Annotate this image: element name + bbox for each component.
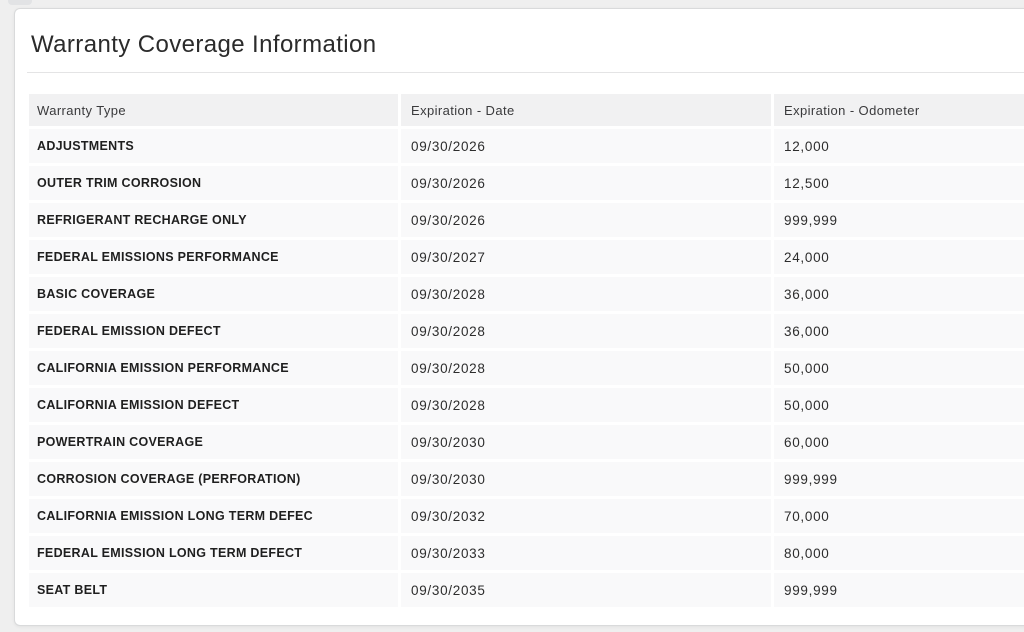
column-header-expiration-date: Expiration - Date: [401, 94, 771, 126]
expiration-date-cell: 09/30/2030: [401, 425, 771, 459]
table-row: OUTER TRIM CORROSION 09/30/2026 12,500: [29, 166, 1024, 200]
warranty-type-cell: CALIFORNIA EMISSION DEFECT: [29, 388, 398, 422]
expiration-odometer-cell: 24,000: [774, 240, 1024, 274]
column-header-expiration-odometer: Expiration - Odometer: [774, 94, 1024, 126]
warranty-table: Warranty Type Expiration - Date Expirati…: [29, 94, 1024, 607]
top-left-partial-element: [8, 0, 32, 5]
table-row: FEDERAL EMISSION DEFECT 09/30/2028 36,000: [29, 314, 1024, 348]
warranty-type-cell: BASIC COVERAGE: [29, 277, 398, 311]
warranty-coverage-card: Warranty Coverage Information Warranty T…: [14, 8, 1024, 626]
expiration-date-cell: 09/30/2030: [401, 462, 771, 496]
expiration-date-cell: 09/30/2026: [401, 166, 771, 200]
table-row: POWERTRAIN COVERAGE 09/30/2030 60,000: [29, 425, 1024, 459]
expiration-date-cell: 09/30/2028: [401, 277, 771, 311]
header-divider: [27, 72, 1024, 73]
expiration-odometer-cell: 80,000: [774, 536, 1024, 570]
expiration-date-cell: 09/30/2028: [401, 314, 771, 348]
table-row: REFRIGERANT RECHARGE ONLY 09/30/2026 999,9…: [29, 203, 1024, 237]
warranty-type-cell: SEAT BELT: [29, 573, 398, 607]
page: Warranty Coverage Information Warranty T…: [0, 0, 1024, 632]
warranty-type-cell: FEDERAL EMISSION LONG TERM DEFECT: [29, 536, 398, 570]
warranty-type-cell: FEDERAL EMISSIONS PERFORMANCE: [29, 240, 398, 274]
expiration-date-cell: 09/30/2026: [401, 203, 771, 237]
warranty-type-cell: OUTER TRIM CORROSION: [29, 166, 398, 200]
warranty-type-cell: POWERTRAIN COVERAGE: [29, 425, 398, 459]
expiration-odometer-cell: 50,000: [774, 351, 1024, 385]
expiration-odometer-cell: 12,000: [774, 129, 1024, 163]
expiration-odometer-cell: 999,999: [774, 573, 1024, 607]
expiration-date-cell: 09/30/2028: [401, 388, 771, 422]
expiration-date-cell: 09/30/2028: [401, 351, 771, 385]
warranty-type-cell: REFRIGERANT RECHARGE ONLY: [29, 203, 398, 237]
expiration-odometer-cell: 36,000: [774, 277, 1024, 311]
column-header-warranty-type: Warranty Type: [29, 94, 398, 126]
warranty-type-cell: FEDERAL EMISSION DEFECT: [29, 314, 398, 348]
expiration-odometer-cell: 50,000: [774, 388, 1024, 422]
expiration-date-cell: 09/30/2033: [401, 536, 771, 570]
expiration-odometer-cell: 999,999: [774, 462, 1024, 496]
expiration-odometer-cell: 60,000: [774, 425, 1024, 459]
expiration-odometer-cell: 12,500: [774, 166, 1024, 200]
expiration-odometer-cell: 70,000: [774, 499, 1024, 533]
page-title: Warranty Coverage Information: [31, 31, 377, 58]
table-row: BASIC COVERAGE 09/30/2028 36,000: [29, 277, 1024, 311]
warranty-type-cell: CALIFORNIA EMISSION PERFORMANCE: [29, 351, 398, 385]
table-row: CALIFORNIA EMISSION LONG TERM DEFEC 09/30…: [29, 499, 1024, 533]
expiration-date-cell: 09/30/2035: [401, 573, 771, 607]
table-body: ADJUSTMENTS 09/30/2026 12,000 OUTER TRIM CO…: [29, 129, 1024, 607]
table-row: SEAT BELT 09/30/2035 999,999: [29, 573, 1024, 607]
warranty-type-cell: CALIFORNIA EMISSION LONG TERM DEFEC: [29, 499, 398, 533]
expiration-date-cell: 09/30/2032: [401, 499, 771, 533]
table-row: CALIFORNIA EMISSION PERFORMANCE 09/30/202…: [29, 351, 1024, 385]
expiration-date-cell: 09/30/2027: [401, 240, 771, 274]
table-header-row: Warranty Type Expiration - Date Expirati…: [29, 94, 1024, 126]
card-header: Warranty Coverage Information: [15, 9, 1024, 58]
table-row: CORROSION COVERAGE (PERFORATION) 09/30/20…: [29, 462, 1024, 496]
table-row: FEDERAL EMISSIONS PERFORMANCE 09/30/2027 2…: [29, 240, 1024, 274]
expiration-odometer-cell: 36,000: [774, 314, 1024, 348]
warranty-type-cell: CORROSION COVERAGE (PERFORATION): [29, 462, 398, 496]
expiration-odometer-cell: 999,999: [774, 203, 1024, 237]
warranty-type-cell: ADJUSTMENTS: [29, 129, 398, 163]
table-row: CALIFORNIA EMISSION DEFECT 09/30/2028 50,0…: [29, 388, 1024, 422]
table-row: ADJUSTMENTS 09/30/2026 12,000: [29, 129, 1024, 163]
expiration-date-cell: 09/30/2026: [401, 129, 771, 163]
table-row: FEDERAL EMISSION LONG TERM DEFECT 09/30/2…: [29, 536, 1024, 570]
